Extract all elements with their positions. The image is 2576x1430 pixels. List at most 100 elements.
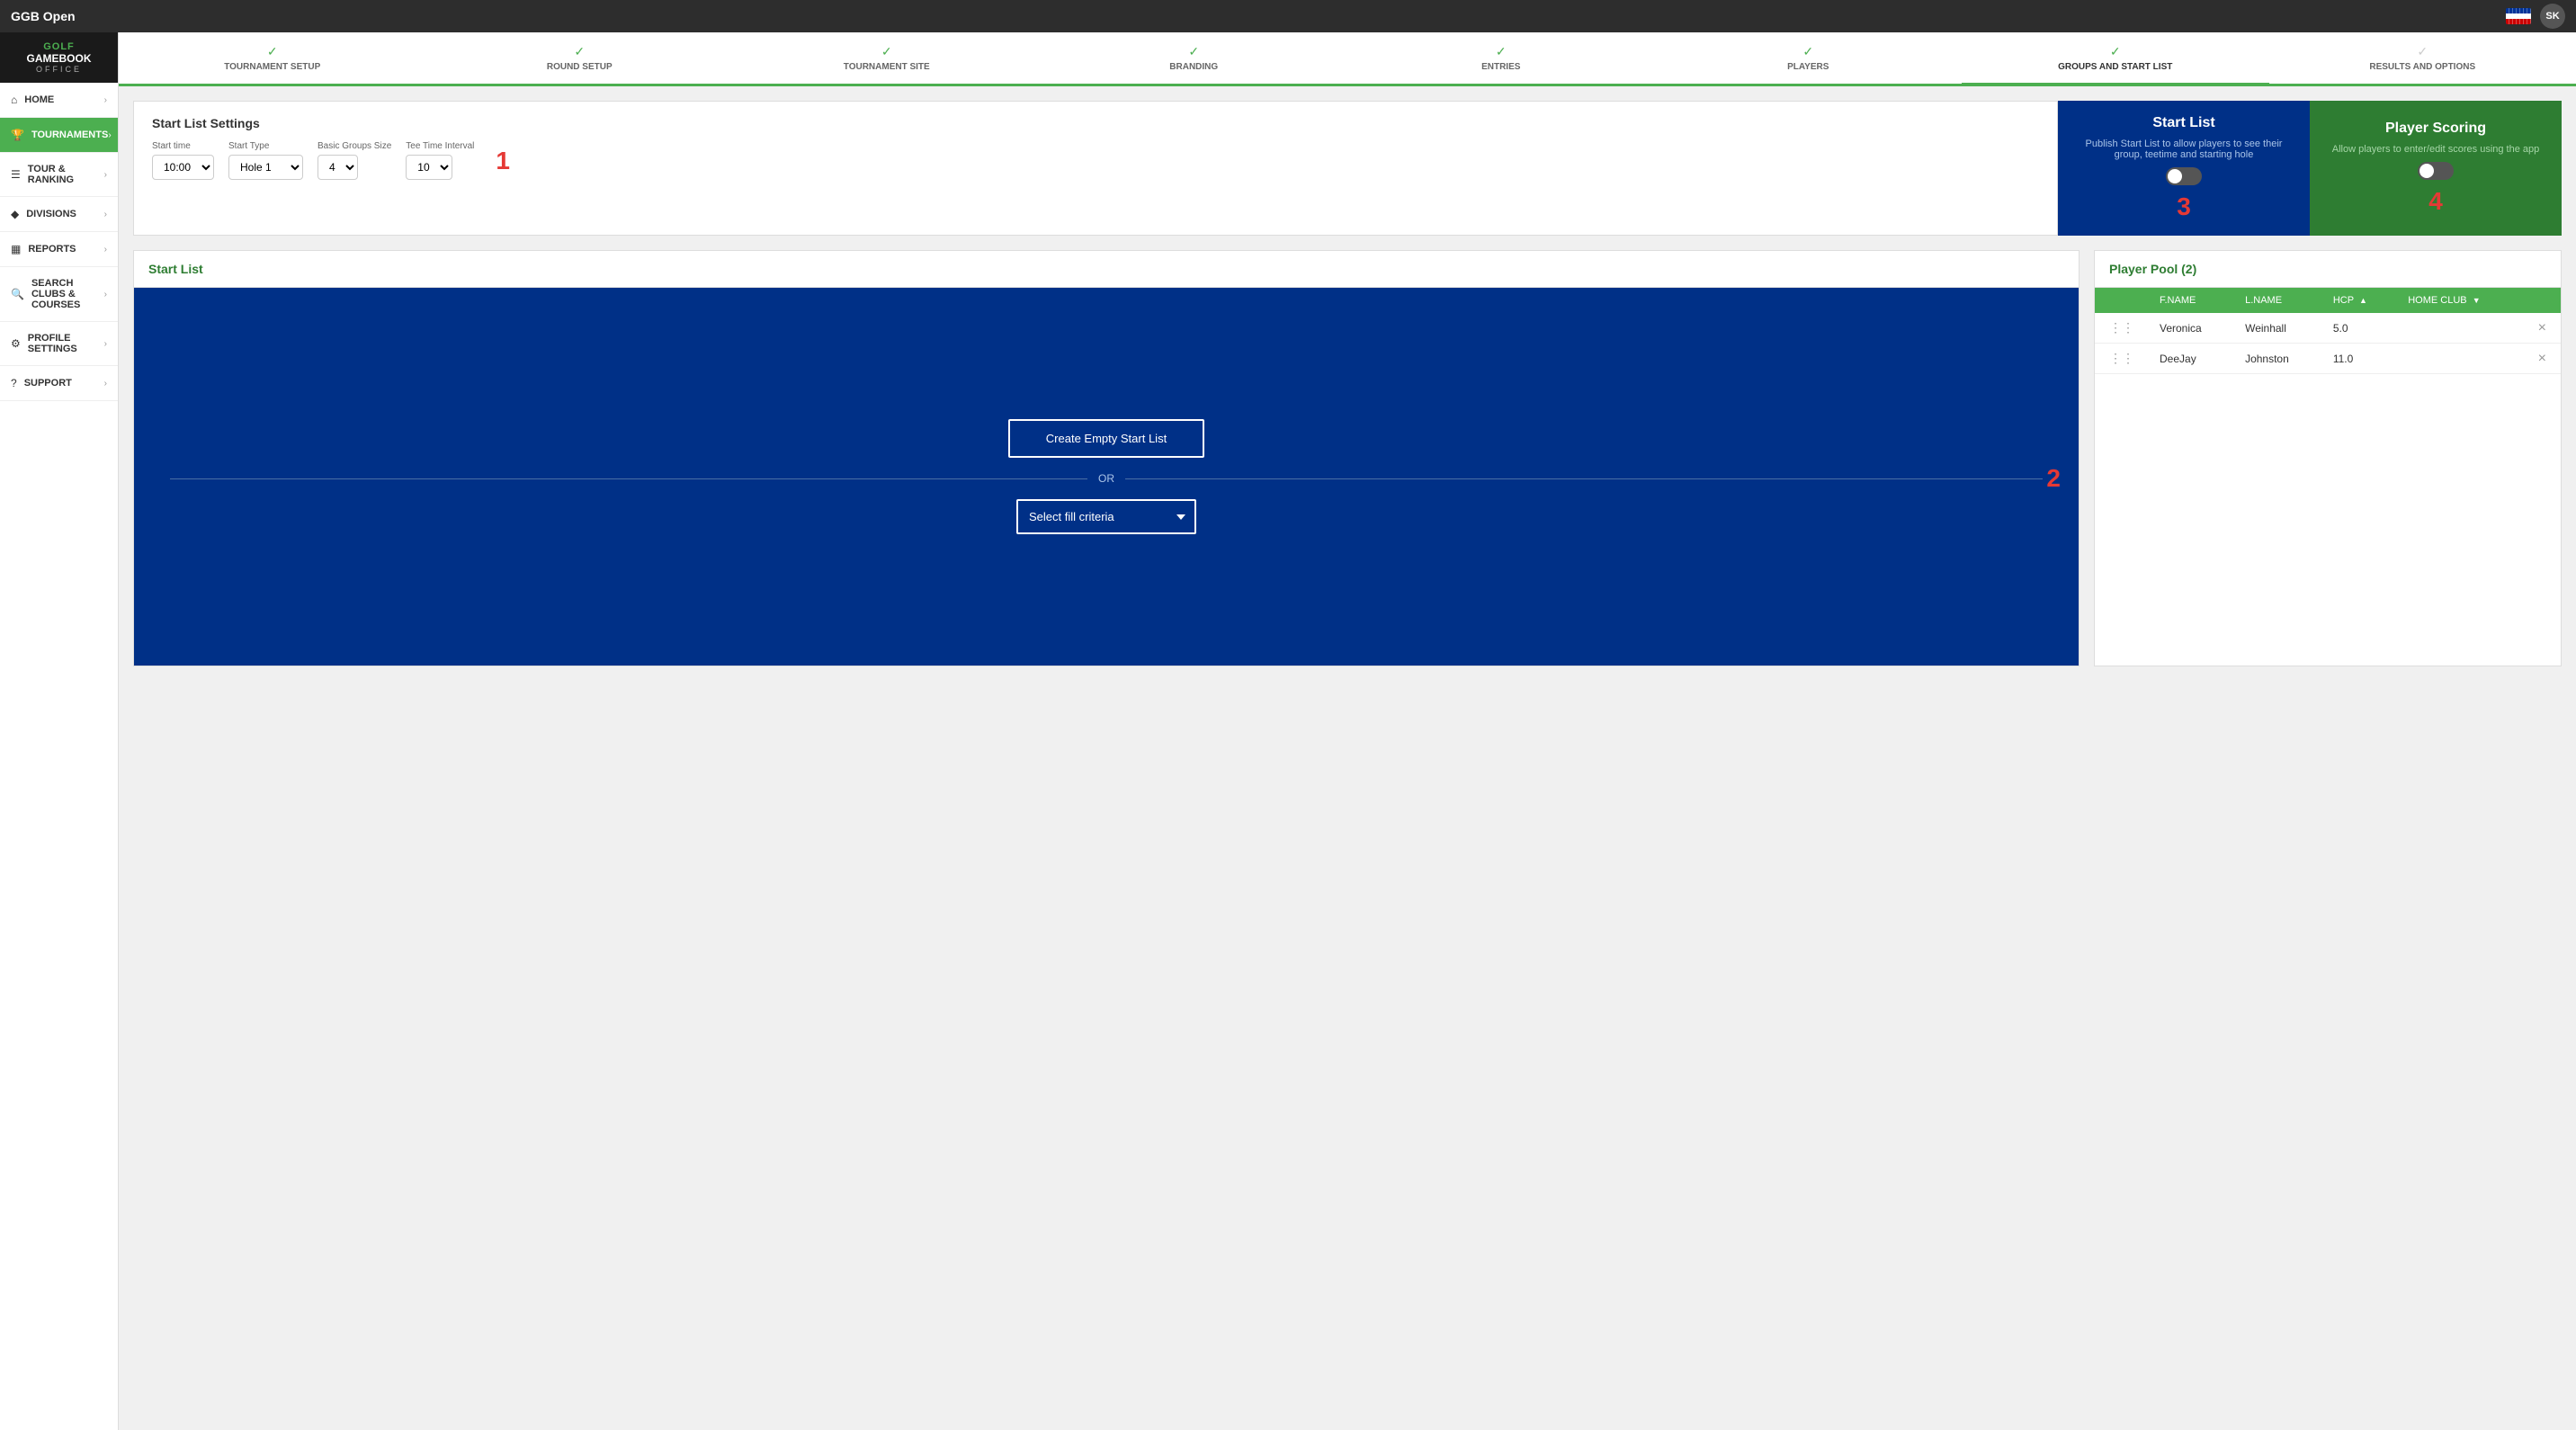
chevron-icon: › xyxy=(104,290,107,299)
chevron-icon: › xyxy=(108,130,111,140)
remove-player-2-button[interactable]: × xyxy=(2535,352,2550,366)
tab-label-results-options: RESULTS AND OPTIONS xyxy=(2369,62,2475,72)
chevron-icon: › xyxy=(104,170,107,180)
or-divider: OR 2 xyxy=(170,472,2043,485)
search-icon: 🔍 xyxy=(11,288,24,300)
tab-results-and-options[interactable]: ✓ RESULTS AND OPTIONS xyxy=(2269,34,2576,85)
lower-row: Start List Create Empty Start List OR 2 … xyxy=(133,250,2562,666)
player-scoring-panel-desc: Allow players to enter/edit scores using… xyxy=(2332,144,2540,155)
top-header: GGB Open SK xyxy=(0,0,2576,32)
sort-asc-icon: ▲ xyxy=(2359,296,2367,305)
tab-label-tournament-site: TOURNAMENT SITE xyxy=(844,62,930,72)
chevron-icon: › xyxy=(104,210,107,219)
col-l-name[interactable]: L.NAME xyxy=(2234,288,2322,313)
bar-chart-icon: ▦ xyxy=(11,243,21,255)
sidebar-label-profile: PROFILE SETTINGS xyxy=(28,333,104,354)
annotation-1: 1 xyxy=(496,147,510,175)
chevron-icon: › xyxy=(104,339,107,349)
player-1-lname: Weinhall xyxy=(2234,313,2322,344)
list-icon: ☰ xyxy=(11,168,21,181)
settings-fields: Start time 10:00 10:30 11:00 Start Type … xyxy=(152,141,2039,180)
trophy-icon: 🏆 xyxy=(11,129,24,141)
table-row: ⋮⋮ DeeJay Johnston 11.0 × xyxy=(2095,344,2561,374)
basic-groups-size-select[interactable]: 2 3 4 5 xyxy=(318,155,358,180)
sidebar-item-reports[interactable]: ▦ REPORTS › xyxy=(0,232,118,267)
tab-label-players: PLAYERS xyxy=(1787,62,1829,72)
tee-time-interval-select[interactable]: 8 9 10 11 xyxy=(406,155,452,180)
start-list-settings-card: Start List Settings Start time 10:00 10:… xyxy=(133,101,2058,236)
tab-round-setup[interactable]: ✓ ROUND SETUP xyxy=(426,34,734,85)
col-home-club[interactable]: HOME CLUB ▼ xyxy=(2397,288,2523,313)
player-pool-title: Player Pool (2) xyxy=(2095,251,2561,288)
tab-tournament-site[interactable]: ✓ TOURNAMENT SITE xyxy=(733,34,1041,85)
start-time-field: Start time 10:00 10:30 11:00 xyxy=(152,141,214,180)
sidebar-item-search-clubs-courses[interactable]: 🔍 SEARCH CLUBS & COURSES › xyxy=(0,267,118,322)
start-list-area: Start List Create Empty Start List OR 2 … xyxy=(133,250,2080,666)
check-icon: ✓ xyxy=(267,44,278,59)
tab-label-round-setup: ROUND SETUP xyxy=(547,62,613,72)
player-scoring-panel-title: Player Scoring xyxy=(2385,121,2486,137)
col-drag xyxy=(2095,288,2149,313)
annotation-2: 2 xyxy=(2046,464,2061,493)
chevron-icon: › xyxy=(104,379,107,389)
tab-players[interactable]: ✓ PLAYERS xyxy=(1655,34,1963,85)
settings-card-title: Start List Settings xyxy=(152,116,2039,130)
tee-time-interval-label: Tee Time Interval xyxy=(406,141,474,151)
tab-label-tournament-setup: TOURNAMENT SETUP xyxy=(224,62,320,72)
flag-button[interactable] xyxy=(2506,8,2531,24)
player-1-home-club xyxy=(2397,313,2523,344)
start-time-select[interactable]: 10:00 10:30 11:00 xyxy=(152,155,214,180)
start-type-select[interactable]: Hole 1 Hole 10 Shotgun xyxy=(228,155,303,180)
or-text: OR xyxy=(1098,472,1114,485)
sidebar-item-home[interactable]: ⌂ HOME › xyxy=(0,83,118,118)
player-scoring-toggle[interactable] xyxy=(2418,162,2454,180)
chevron-icon: › xyxy=(104,245,107,255)
basic-groups-size-field: Basic Groups Size 2 3 4 5 xyxy=(318,141,391,180)
gear-icon: ⚙ xyxy=(11,337,21,350)
player-scoring-panel: Player Scoring Allow players to enter/ed… xyxy=(2310,101,2562,236)
col-remove xyxy=(2524,288,2561,313)
tab-entries[interactable]: ✓ ENTRIES xyxy=(1347,34,1655,85)
diamond-icon: ◆ xyxy=(11,208,19,220)
sidebar-item-support[interactable]: ? SUPPORT › xyxy=(0,366,118,401)
annotation-4: 4 xyxy=(2428,187,2443,216)
app-title: GGB Open xyxy=(11,9,2497,23)
player-1-hcp: 5.0 xyxy=(2322,313,2397,344)
tab-groups-and-start-list[interactable]: ✓ GROUPS AND START LIST xyxy=(1962,34,2269,85)
user-avatar[interactable]: SK xyxy=(2540,4,2565,29)
home-icon: ⌂ xyxy=(11,94,17,106)
sidebar-label-home: HOME xyxy=(24,94,54,105)
col-hcp[interactable]: HCP ▲ xyxy=(2322,288,2397,313)
sidebar-item-profile-settings[interactable]: ⚙ PROFILE SETTINGS › xyxy=(0,322,118,366)
fill-criteria-select[interactable]: Select fill criteria By Handicap By Name… xyxy=(1016,499,1196,534)
sidebar-label-divisions: DIVISIONS xyxy=(26,209,76,219)
sidebar-label-search: SEARCH CLUBS & COURSES xyxy=(31,278,104,310)
logo-office: OFFICE xyxy=(7,65,111,74)
tab-label-groups-start-list: GROUPS AND START LIST xyxy=(2058,62,2172,72)
player-2-hcp: 11.0 xyxy=(2322,344,2397,374)
drag-handle[interactable]: ⋮⋮ xyxy=(2106,351,2138,365)
sidebar-label-tournaments: TOURNAMENTS xyxy=(31,130,108,140)
drag-handle[interactable]: ⋮⋮ xyxy=(2106,320,2138,335)
start-list-toggle[interactable] xyxy=(2166,167,2202,185)
player-pool-area: Player Pool (2) F.NAME L.NAME HCP ▲ HOME… xyxy=(2094,250,2562,666)
sidebar-item-tournaments[interactable]: 🏆 TOURNAMENTS › xyxy=(0,118,118,153)
remove-player-1-button[interactable]: × xyxy=(2535,321,2550,335)
question-icon: ? xyxy=(11,377,17,389)
tab-branding[interactable]: ✓ BRANDING xyxy=(1041,34,1348,85)
player-pool-table: F.NAME L.NAME HCP ▲ HOME CLUB ▼ ⋮⋮ Veron… xyxy=(2095,288,2561,374)
tab-tournament-setup[interactable]: ✓ TOURNAMENT SETUP xyxy=(119,34,426,85)
settings-row: Start List Settings Start time 10:00 10:… xyxy=(133,101,2562,236)
start-list-panel: Start List Publish Start List to allow p… xyxy=(2058,101,2310,236)
tee-time-interval-field: Tee Time Interval 8 9 10 11 xyxy=(406,141,474,180)
col-f-name[interactable]: F.NAME xyxy=(2149,288,2234,313)
create-empty-start-list-button[interactable]: Create Empty Start List xyxy=(1008,419,1204,458)
sidebar-item-divisions[interactable]: ◆ DIVISIONS › xyxy=(0,197,118,232)
sidebar-item-tour-ranking[interactable]: ☰ TOUR & RANKING › xyxy=(0,153,118,197)
sidebar-label-reports: REPORTS xyxy=(28,244,76,255)
check-icon: ✓ xyxy=(881,44,892,59)
tab-label-branding: BRANDING xyxy=(1169,62,1218,72)
sidebar: GOLF GAMEBOOK OFFICE ⌂ HOME › 🏆 TOURNAME… xyxy=(0,32,119,1430)
start-list-section-title: Start List xyxy=(134,251,2079,288)
player-2-fname: DeeJay xyxy=(2149,344,2234,374)
